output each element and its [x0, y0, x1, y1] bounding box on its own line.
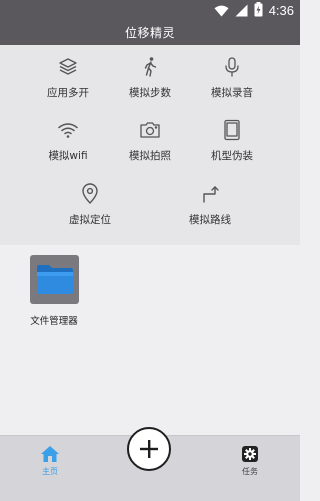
app-card-file-manager[interactable]: 文件管理器	[22, 255, 86, 327]
tab-tasks[interactable]: 任务	[220, 444, 280, 494]
gear-icon	[240, 444, 260, 464]
battery-icon	[254, 1, 263, 21]
feature-label: 机型伪装	[211, 150, 253, 162]
app-icon-frame	[30, 255, 79, 304]
walking-icon	[138, 55, 162, 79]
signal-icon	[235, 2, 248, 21]
app-header: 位移精灵	[0, 22, 300, 45]
route-arrow-icon	[198, 182, 222, 206]
feature-grid: 应用多开 模拟步数 模拟录音 模拟wifi 模拟拍照 机型伪装 虚拟定位 模拟路…	[0, 45, 300, 245]
folder-icon	[35, 262, 75, 300]
microphone-icon	[220, 55, 244, 79]
location-pin-icon	[78, 182, 102, 206]
feature-label: 模拟录音	[211, 87, 253, 99]
tab-home[interactable]: 主页	[20, 444, 80, 494]
tab-tasks-label: 任务	[242, 467, 258, 476]
wifi-status-icon	[214, 2, 229, 21]
feature-virtual-location[interactable]: 虚拟定位	[40, 178, 140, 234]
tablet-icon	[220, 118, 244, 142]
home-icon	[40, 444, 60, 464]
camera-icon	[138, 118, 162, 142]
page-title: 位移精灵	[124, 26, 175, 40]
feature-device-spoof[interactable]: 机型伪装	[182, 114, 282, 170]
add-button[interactable]	[127, 427, 171, 471]
feature-simulate-route[interactable]: 模拟路线	[160, 178, 260, 234]
feature-simulate-recording[interactable]: 模拟录音	[182, 51, 282, 107]
feature-label: 模拟路线	[189, 214, 231, 226]
app-label: 文件管理器	[30, 316, 78, 327]
layers-icon	[56, 55, 80, 79]
status-time: 4:36	[268, 3, 294, 18]
wifi-icon	[56, 118, 80, 142]
app-list-area: 文件管理器	[0, 245, 300, 435]
feature-label: 虚拟定位	[69, 214, 111, 226]
status-bar: 4:36	[0, 0, 300, 22]
tab-home-label: 主页	[42, 467, 58, 476]
status-icons: 4:36	[214, 1, 294, 21]
